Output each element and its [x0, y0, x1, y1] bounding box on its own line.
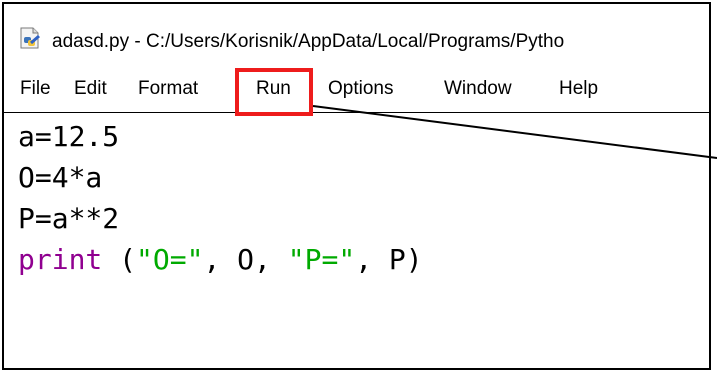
annotation-line [312, 105, 717, 159]
annotation-pointer-line [312, 105, 717, 159]
